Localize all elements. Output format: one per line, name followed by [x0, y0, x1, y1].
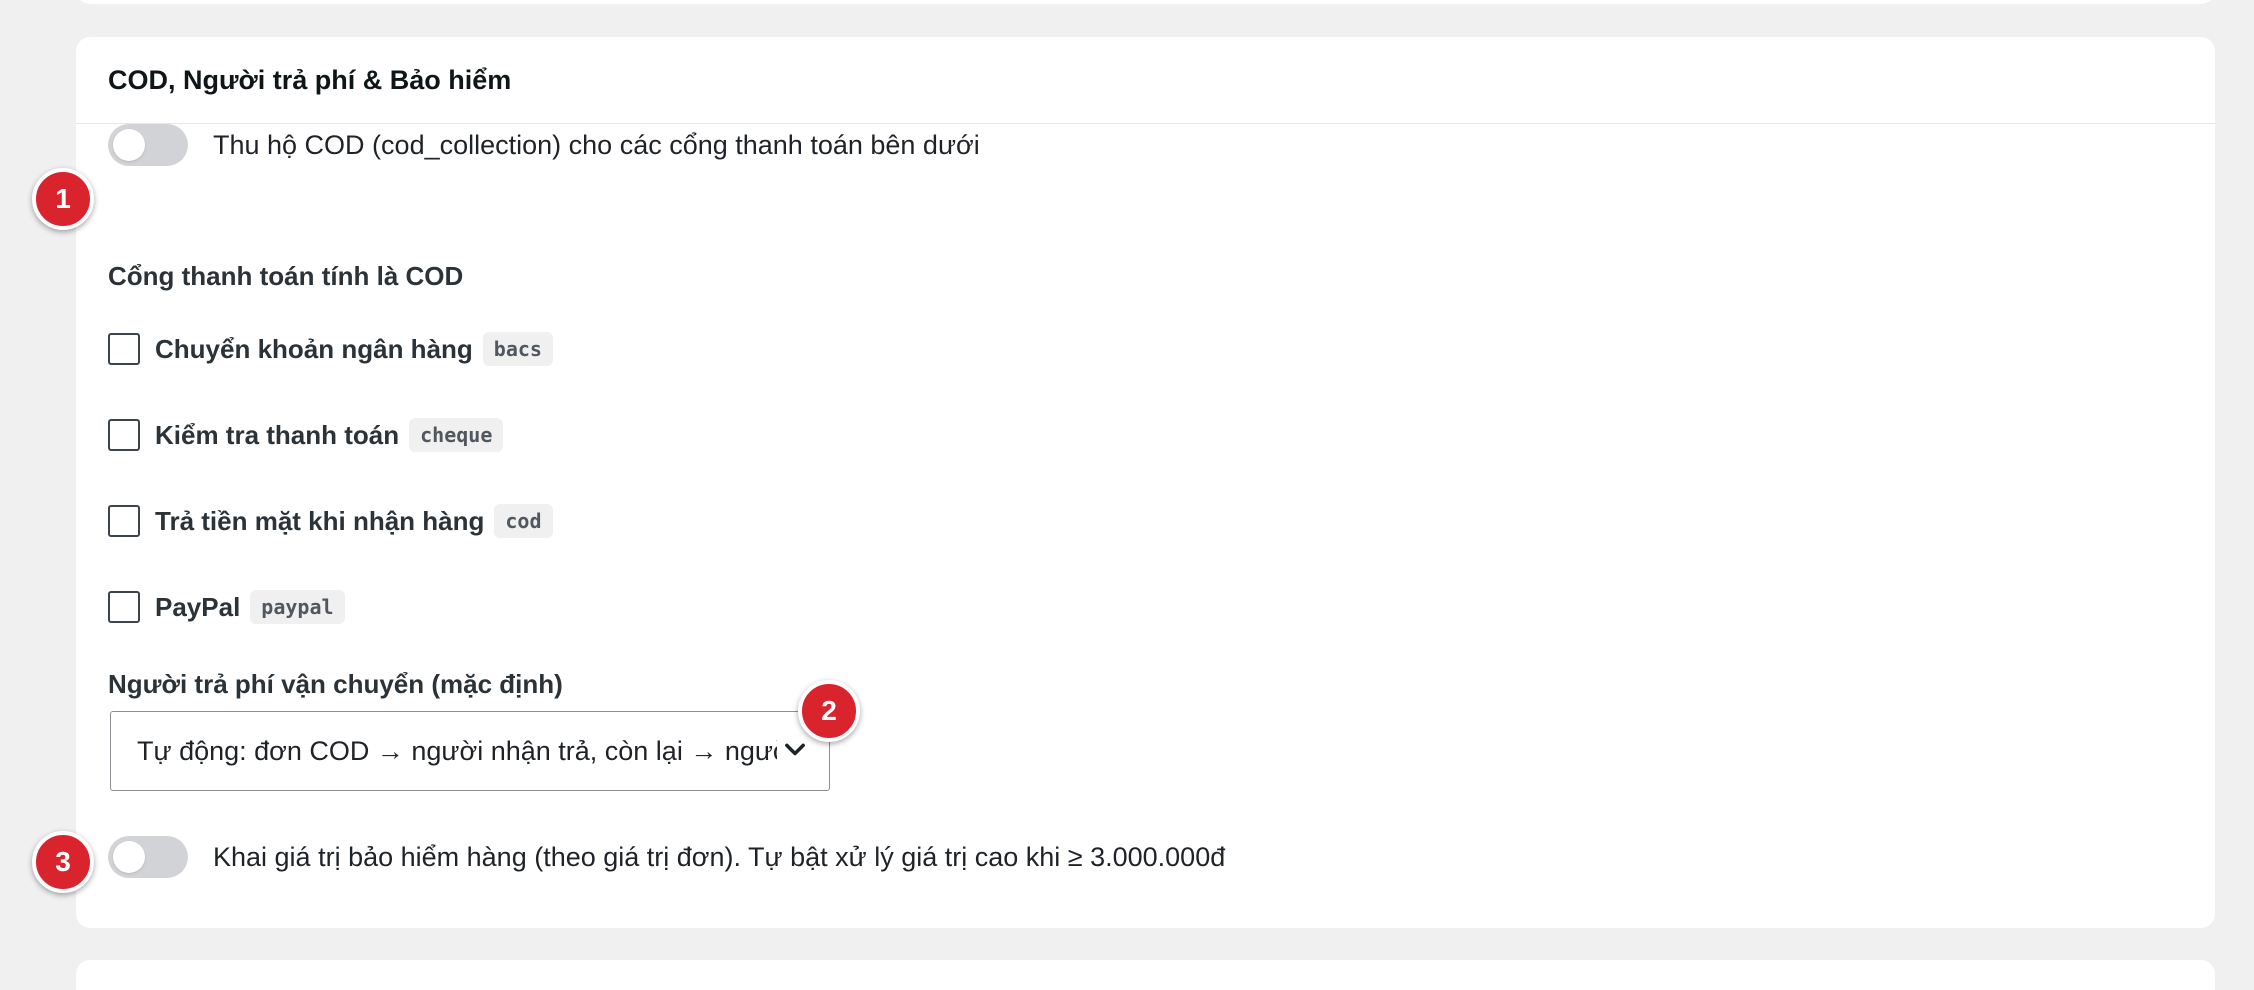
previous-card-edge [76, 0, 2215, 4]
shipping-payer-label: Người trả phí vận chuyển (mặc định) [108, 669, 563, 699]
shipping-payer-select[interactable]: Tự động: đơn COD → người nhận trả, còn l… [110, 711, 830, 791]
cod-settings-card: COD, Người trả phí & Bảo hiểm Thu hộ COD… [76, 37, 2215, 928]
gateway-row-bacs[interactable]: Chuyển khoản ngân hàng bacs [108, 332, 553, 366]
next-card-edge [76, 960, 2215, 990]
gateway-label: PayPal [155, 591, 241, 622]
insurance-toggle-label: Khai giá trị bảo hiểm hàng (theo giá trị… [213, 841, 1226, 872]
gateway-checkbox-bacs[interactable] [108, 333, 140, 365]
gateway-code-tag: cheque [409, 418, 504, 452]
insurance-toggle[interactable] [108, 836, 188, 878]
section-title: COD, Người trả phí & Bảo hiểm [108, 64, 512, 95]
shipping-payer-value: Tự động: đơn COD → người nhận trả, còn l… [137, 735, 777, 766]
callout-badge-1: 1 [32, 168, 94, 230]
cod-gateways-label: Cổng thanh toán tính là COD [108, 261, 464, 291]
callout-badge-2: 2 [798, 680, 860, 742]
cod-collection-toggle[interactable] [108, 124, 188, 166]
gateway-checkbox-paypal[interactable] [108, 591, 140, 623]
toggle-knob [113, 129, 145, 161]
gateway-code-tag: bacs [482, 332, 553, 366]
gateway-row-paypal[interactable]: PayPal paypal [108, 590, 345, 624]
gateway-label: Chuyển khoản ngân hàng [155, 333, 473, 364]
gateway-label: Trả tiền mặt khi nhận hàng [155, 505, 485, 536]
gateway-row-cheque[interactable]: Kiểm tra thanh toán cheque [108, 418, 504, 452]
gateway-label: Kiểm tra thanh toán [155, 419, 400, 450]
gateway-checkbox-cheque[interactable] [108, 419, 140, 451]
gateway-code-tag: cod [494, 504, 553, 538]
card-header: COD, Người trả phí & Bảo hiểm [76, 37, 2215, 124]
gateway-row-cod[interactable]: Trả tiền mặt khi nhận hàng cod [108, 504, 553, 538]
insurance-toggle-row: Khai giá trị bảo hiểm hàng (theo giá trị… [108, 836, 1225, 878]
gateway-checkbox-cod[interactable] [108, 505, 140, 537]
callout-badge-3: 3 [32, 831, 94, 893]
chevron-down-icon [785, 743, 805, 756]
toggle-knob [113, 841, 145, 873]
gateway-code-tag: paypal [250, 590, 345, 624]
cod-toggle-row: Thu hộ COD (cod_collection) cho các cổng… [108, 124, 980, 166]
cod-toggle-label: Thu hộ COD (cod_collection) cho các cổng… [213, 129, 980, 160]
